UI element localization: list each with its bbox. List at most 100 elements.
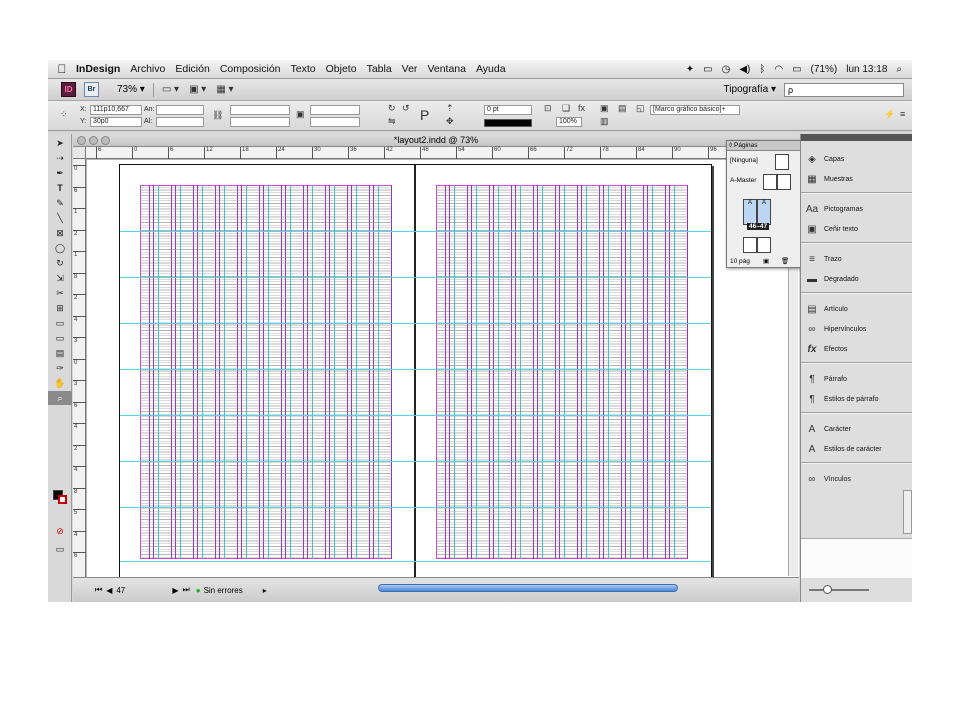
screen-mode-button[interactable]: ▣ ▾: [189, 84, 206, 95]
page-number-field[interactable]: 47: [116, 586, 166, 595]
last-page-icon[interactable]: ⏭: [183, 585, 190, 595]
horizontal-guide[interactable]: [120, 507, 711, 508]
height-field[interactable]: [156, 117, 204, 127]
menu-ayuda[interactable]: Ayuda: [476, 63, 506, 75]
scale-y-field[interactable]: [230, 117, 290, 127]
menu-ver[interactable]: Ver: [402, 63, 418, 75]
y-field[interactable]: 30p0: [90, 117, 142, 127]
lightning-icon[interactable]: ⚡: [884, 109, 895, 120]
apple-icon[interactable]: : [48, 62, 76, 76]
display-icon[interactable]: ▭: [703, 64, 712, 75]
page-spread[interactable]: [119, 164, 712, 577]
rotate-clockwise-icon[interactable]: ↻: [388, 103, 396, 114]
a-master[interactable]: A-Master: [730, 177, 756, 184]
panel-caracter[interactable]: A Carácter: [804, 420, 912, 438]
next-page-icon[interactable]: ▶: [172, 586, 178, 595]
menu-tabla[interactable]: Tabla: [367, 63, 392, 75]
none-master-thumb[interactable]: [775, 154, 789, 170]
type-tool-icon[interactable]: T: [48, 181, 72, 195]
fx-icon[interactable]: fx: [578, 103, 585, 113]
minimize-button[interactable]: [89, 136, 98, 145]
left-page[interactable]: [120, 165, 415, 577]
ruler-origin[interactable]: [73, 147, 86, 159]
thumbnail-size-slider[interactable]: [809, 589, 869, 591]
volume-icon[interactable]: ◀): [739, 64, 750, 75]
arrange-documents-button[interactable]: ▦ ▾: [216, 84, 233, 95]
object-style-dropdown[interactable]: [Marco gráfico básico]+: [650, 105, 740, 115]
line-tool-icon[interactable]: ╲: [48, 211, 72, 225]
panel-vinculos[interactable]: ∞ Vínculos: [804, 470, 912, 488]
panel-parrafo[interactable]: ¶ Párrafo: [804, 370, 912, 388]
slider-knob[interactable]: [823, 585, 832, 594]
panel-degradado[interactable]: ▬ Degradado: [804, 270, 912, 288]
panel-articulo[interactable]: ▤ Artículo: [804, 300, 912, 318]
pasteboard[interactable]: [87, 160, 799, 577]
hand-tool-icon[interactable]: ✋: [48, 376, 72, 390]
pencil-tool-icon[interactable]: ✎: [48, 196, 72, 210]
panel-menu-icon[interactable]: ≡: [900, 109, 905, 119]
horizontal-ruler[interactable]: 6 0 6 12 18 24 30 36 42 48 54 60 66 72 78 84 90 96: [86, 147, 799, 159]
vertical-ruler[interactable]: 0612182430364248546: [73, 159, 86, 577]
screen-mode-icon[interactable]: ▭: [48, 542, 72, 556]
pages-panel-tab[interactable]: ◊ Páginas: [727, 141, 802, 151]
first-page-icon[interactable]: ⏮: [95, 585, 102, 595]
rectangle-frame-tool-icon[interactable]: ⊠: [48, 226, 72, 240]
clock[interactable]: lun 13:18: [846, 64, 887, 75]
horizontal-scrollbar[interactable]: [378, 584, 678, 592]
panel-efectos[interactable]: fx Efectos: [804, 340, 912, 358]
page-48-thumb[interactable]: [743, 237, 757, 253]
fit-frame-icon[interactable]: ⊡: [544, 103, 552, 114]
help-search-input[interactable]: ρ: [784, 82, 904, 97]
prev-page-icon[interactable]: ◀: [106, 586, 112, 595]
wrap-icon[interactable]: ▣: [600, 103, 609, 114]
shear-field[interactable]: [310, 117, 360, 127]
eyedropper-tool-icon[interactable]: ✑: [48, 361, 72, 375]
apply-none-icon[interactable]: ⊘: [48, 524, 72, 538]
page-49-thumb[interactable]: [757, 237, 771, 253]
select-content-icon[interactable]: ✥: [446, 116, 454, 127]
panel-muestras[interactable]: ▦ Muestras: [804, 170, 912, 188]
bluetooth-icon[interactable]: ᛒ: [759, 64, 765, 75]
a-master-thumb-right[interactable]: [777, 174, 791, 190]
drop-shadow-icon[interactable]: ❑: [562, 103, 570, 114]
selection-tool-icon[interactable]: ➤: [48, 136, 72, 150]
note-tool-icon[interactable]: ▤: [48, 346, 72, 360]
horizontal-guide[interactable]: [120, 461, 711, 462]
free-transform-tool-icon[interactable]: ⊞: [48, 301, 72, 315]
select-container-icon[interactable]: ⇡: [446, 103, 454, 114]
wifi-icon[interactable]: ◠: [774, 64, 783, 75]
rotation-field[interactable]: [310, 105, 360, 115]
panel-trazo[interactable]: ≡ Trazo: [804, 250, 912, 268]
page-47-thumb[interactable]: A: [757, 199, 771, 225]
zoom-level-dropdown[interactable]: 73% ▾: [117, 84, 145, 95]
panel-capas[interactable]: ◈ Capas: [804, 150, 912, 168]
menu-ventana[interactable]: Ventana: [427, 63, 466, 75]
reference-point-icon[interactable]: ⁘: [60, 109, 68, 120]
horizontal-guide[interactable]: [120, 323, 711, 324]
battery-icon[interactable]: ▭: [792, 64, 801, 75]
rotate-tool-icon[interactable]: ↻: [48, 256, 72, 270]
horizontal-guide[interactable]: [120, 369, 711, 370]
dock-scrollbar[interactable]: [903, 490, 912, 534]
menu-edicion[interactable]: Edición: [175, 63, 209, 75]
panel-estilos-caracter[interactable]: A Estilos de carácter: [804, 440, 912, 458]
width-field[interactable]: [156, 105, 204, 115]
panel-estilos-parrafo[interactable]: ¶ Estilos de párrafo: [804, 390, 912, 408]
direct-selection-tool-icon[interactable]: ⇢: [48, 151, 72, 165]
bridge-button[interactable]: Br: [84, 82, 99, 97]
flip-horizontal-icon[interactable]: ⇋: [388, 116, 396, 127]
menu-archivo[interactable]: Archivo: [130, 63, 165, 75]
horizontal-guide[interactable]: [120, 561, 711, 562]
panel-pictogramas[interactable]: Aa Pictogramas: [804, 200, 912, 218]
page-46-thumb[interactable]: A: [743, 199, 757, 225]
align-icon[interactable]: ▥: [600, 116, 609, 127]
menu-composicion[interactable]: Composición: [220, 63, 281, 75]
scale-x-field[interactable]: [230, 105, 290, 115]
proxy-icon[interactable]: ▣: [296, 109, 305, 120]
right-page[interactable]: [416, 165, 711, 577]
rotate-counterclockwise-icon[interactable]: ↺: [402, 103, 410, 114]
preflight-status[interactable]: Sin errores: [204, 586, 243, 595]
delete-page-icon[interactable]: 🗑: [781, 257, 789, 265]
stroke-weight-field[interactable]: 0 pt: [484, 105, 532, 115]
constrain-proportions-icon[interactable]: ⛓: [212, 110, 223, 121]
